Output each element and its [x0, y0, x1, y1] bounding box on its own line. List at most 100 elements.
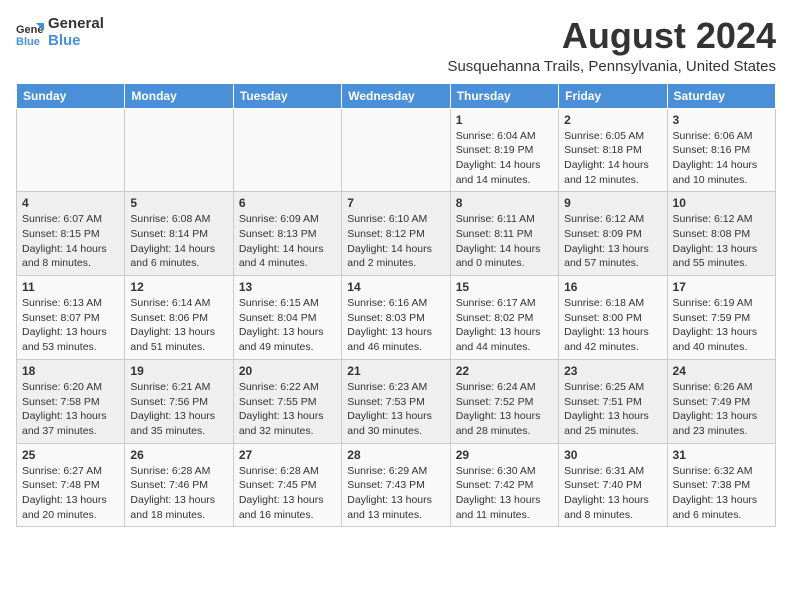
logo-general: General [48, 16, 104, 33]
day-number: 24 [673, 364, 770, 378]
day-cell: 15 Sunrise: 6:17 AM Sunset: 8:02 PM Dayli… [450, 276, 558, 360]
day-info: Sunrise: 6:28 AM Sunset: 7:46 PM Dayligh… [130, 464, 227, 523]
week-row-1: 4Sunrise: 6:07 AM Sunset: 8:15 PM Daylig… [17, 192, 776, 276]
day-info: Sunrise: 6:24 AM Sunset: 7:52 PM Dayligh… [456, 380, 553, 439]
day-info: Sunrise: 6:19 AM Sunset: 7:59 PM Dayligh… [673, 296, 770, 355]
day-number: 29 [456, 448, 553, 462]
day-number: 1 [456, 113, 553, 127]
day-info: Sunrise: 6:12 AM Sunset: 8:08 PM Dayligh… [673, 212, 770, 271]
day-cell [342, 108, 450, 192]
logo-icon: General Blue [16, 19, 44, 47]
title-block: August 2024 Susquehanna Trails, Pennsylv… [447, 16, 776, 75]
day-info: Sunrise: 6:32 AM Sunset: 7:38 PM Dayligh… [673, 464, 770, 523]
day-number: 22 [456, 364, 553, 378]
day-cell: 27Sunrise: 6:28 AM Sunset: 7:45 PM Dayli… [233, 443, 341, 527]
day-cell: 12 Sunrise: 6:14 AM Sunset: 8:06 PM Dayli… [125, 276, 233, 360]
day-cell: 3Sunrise: 6:06 AM Sunset: 8:16 PM Daylig… [667, 108, 775, 192]
week-row-0: 1 Sunrise: 6:04 AM Sunset: 8:19 PM Daylig… [17, 108, 776, 192]
page-header: General Blue General Blue August 2024 Su… [16, 16, 776, 75]
header-cell-tuesday: Tuesday [233, 83, 341, 108]
day-number: 2 [564, 113, 661, 127]
day-cell: 11 Sunrise: 6:13 AM Sunset: 8:07 PM Dayli… [17, 276, 125, 360]
day-number: 6 [239, 196, 336, 210]
header-cell-friday: Friday [559, 83, 667, 108]
day-cell: 4Sunrise: 6:07 AM Sunset: 8:15 PM Daylig… [17, 192, 125, 276]
day-cell: 17 Sunrise: 6:19 AM Sunset: 7:59 PM Dayli… [667, 276, 775, 360]
day-info: Sunrise: 6:14 AM Sunset: 8:06 PM Dayligh… [130, 296, 227, 355]
day-cell: 5Sunrise: 6:08 AM Sunset: 8:14 PM Daylig… [125, 192, 233, 276]
day-number: 23 [564, 364, 661, 378]
day-info: Sunrise: 6:07 AM Sunset: 8:15 PM Dayligh… [22, 212, 119, 271]
day-info: Sunrise: 6:22 AM Sunset: 7:55 PM Dayligh… [239, 380, 336, 439]
day-cell: 30 Sunrise: 6:31 AM Sunset: 7:40 PM Dayli… [559, 443, 667, 527]
day-cell: 10 Sunrise: 6:12 AM Sunset: 8:08 PM Dayli… [667, 192, 775, 276]
svg-text:Blue: Blue [16, 36, 40, 47]
day-number: 10 [673, 196, 770, 210]
day-number: 13 [239, 280, 336, 294]
day-number: 16 [564, 280, 661, 294]
calendar-body: 1 Sunrise: 6:04 AM Sunset: 8:19 PM Daylig… [17, 108, 776, 527]
day-cell: 21 Sunrise: 6:23 AM Sunset: 7:53 PM Dayli… [342, 359, 450, 443]
day-number: 5 [130, 196, 227, 210]
day-cell [233, 108, 341, 192]
day-info: Sunrise: 6:30 AM Sunset: 7:42 PM Dayligh… [456, 464, 553, 523]
day-number: 26 [130, 448, 227, 462]
header-cell-wednesday: Wednesday [342, 83, 450, 108]
day-cell: 8Sunrise: 6:11 AM Sunset: 8:11 PM Daylig… [450, 192, 558, 276]
day-info: Sunrise: 6:23 AM Sunset: 7:53 PM Dayligh… [347, 380, 444, 439]
day-info: Sunrise: 6:15 AM Sunset: 8:04 PM Dayligh… [239, 296, 336, 355]
day-info: Sunrise: 6:31 AM Sunset: 7:40 PM Dayligh… [564, 464, 661, 523]
day-info: Sunrise: 6:16 AM Sunset: 8:03 PM Dayligh… [347, 296, 444, 355]
day-number: 9 [564, 196, 661, 210]
day-cell: 13 Sunrise: 6:15 AM Sunset: 8:04 PM Dayli… [233, 276, 341, 360]
header-cell-thursday: Thursday [450, 83, 558, 108]
day-cell: 2 Sunrise: 6:05 AM Sunset: 8:18 PM Daylig… [559, 108, 667, 192]
day-number: 15 [456, 280, 553, 294]
day-info: Sunrise: 6:20 AM Sunset: 7:58 PM Dayligh… [22, 380, 119, 439]
day-info: Sunrise: 6:09 AM Sunset: 8:13 PM Dayligh… [239, 212, 336, 271]
day-info: Sunrise: 6:11 AM Sunset: 8:11 PM Dayligh… [456, 212, 553, 271]
header-row: SundayMondayTuesdayWednesdayThursdayFrid… [17, 83, 776, 108]
day-info: Sunrise: 6:12 AM Sunset: 8:09 PM Dayligh… [564, 212, 661, 271]
day-info: Sunrise: 6:06 AM Sunset: 8:16 PM Dayligh… [673, 129, 770, 188]
day-number: 28 [347, 448, 444, 462]
day-cell: 26 Sunrise: 6:28 AM Sunset: 7:46 PM Dayli… [125, 443, 233, 527]
calendar-subtitle: Susquehanna Trails, Pennsylvania, United… [447, 58, 776, 75]
day-info: Sunrise: 6:04 AM Sunset: 8:19 PM Dayligh… [456, 129, 553, 188]
day-cell: 31Sunrise: 6:32 AM Sunset: 7:38 PM Dayli… [667, 443, 775, 527]
day-cell: 7 Sunrise: 6:10 AM Sunset: 8:12 PM Daylig… [342, 192, 450, 276]
day-info: Sunrise: 6:27 AM Sunset: 7:48 PM Dayligh… [22, 464, 119, 523]
day-number: 19 [130, 364, 227, 378]
day-info: Sunrise: 6:26 AM Sunset: 7:49 PM Dayligh… [673, 380, 770, 439]
day-cell: 20 Sunrise: 6:22 AM Sunset: 7:55 PM Dayli… [233, 359, 341, 443]
day-info: Sunrise: 6:05 AM Sunset: 8:18 PM Dayligh… [564, 129, 661, 188]
calendar-table: SundayMondayTuesdayWednesdayThursdayFrid… [16, 83, 776, 528]
day-cell: 28Sunrise: 6:29 AM Sunset: 7:43 PM Dayli… [342, 443, 450, 527]
day-cell: 9 Sunrise: 6:12 AM Sunset: 8:09 PM Daylig… [559, 192, 667, 276]
day-info: Sunrise: 6:13 AM Sunset: 8:07 PM Dayligh… [22, 296, 119, 355]
day-number: 17 [673, 280, 770, 294]
day-info: Sunrise: 6:18 AM Sunset: 8:00 PM Dayligh… [564, 296, 661, 355]
day-number: 21 [347, 364, 444, 378]
day-number: 18 [22, 364, 119, 378]
day-cell: 24 Sunrise: 6:26 AM Sunset: 7:49 PM Dayli… [667, 359, 775, 443]
week-row-2: 11 Sunrise: 6:13 AM Sunset: 8:07 PM Dayli… [17, 276, 776, 360]
day-number: 11 [22, 280, 119, 294]
day-cell [125, 108, 233, 192]
logo-blue: Blue [48, 33, 104, 50]
week-row-3: 18 Sunrise: 6:20 AM Sunset: 7:58 PM Dayli… [17, 359, 776, 443]
day-number: 20 [239, 364, 336, 378]
day-number: 7 [347, 196, 444, 210]
day-cell: 23Sunrise: 6:25 AM Sunset: 7:51 PM Dayli… [559, 359, 667, 443]
day-number: 30 [564, 448, 661, 462]
header-cell-saturday: Saturday [667, 83, 775, 108]
calendar-header: SundayMondayTuesdayWednesdayThursdayFrid… [17, 83, 776, 108]
day-cell: 22 Sunrise: 6:24 AM Sunset: 7:52 PM Dayli… [450, 359, 558, 443]
day-cell: 29 Sunrise: 6:30 AM Sunset: 7:42 PM Dayli… [450, 443, 558, 527]
day-cell: 25Sunrise: 6:27 AM Sunset: 7:48 PM Dayli… [17, 443, 125, 527]
header-cell-sunday: Sunday [17, 83, 125, 108]
day-info: Sunrise: 6:17 AM Sunset: 8:02 PM Dayligh… [456, 296, 553, 355]
day-info: Sunrise: 6:28 AM Sunset: 7:45 PM Dayligh… [239, 464, 336, 523]
day-number: 12 [130, 280, 227, 294]
day-info: Sunrise: 6:10 AM Sunset: 8:12 PM Dayligh… [347, 212, 444, 271]
